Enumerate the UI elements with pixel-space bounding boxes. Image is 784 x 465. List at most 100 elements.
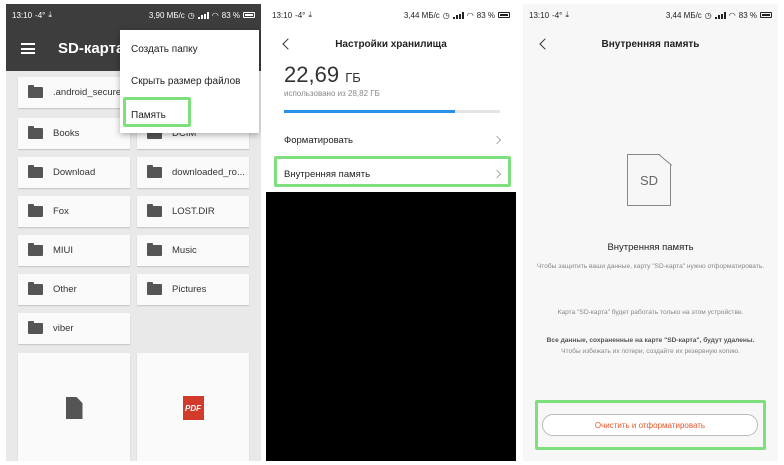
wifi-icon: ◠ <box>466 10 474 20</box>
status-time: 13:10 <box>12 10 33 20</box>
alarm-icon: ◷ <box>704 10 712 20</box>
wipe-and-format-button[interactable]: Очистить и отформатировать <box>542 414 758 436</box>
menu-item-hide-file-size[interactable]: Скрыть размер файлов <box>131 76 240 87</box>
folder-icon <box>28 243 43 256</box>
storage-progress <box>284 110 500 113</box>
folder-name: Music <box>172 245 197 256</box>
wifi-icon: ◠ <box>728 10 736 20</box>
internal-memory-row[interactable]: Внутренняя память <box>266 159 516 189</box>
folder-item[interactable]: viber <box>18 313 130 344</box>
battery-icon <box>498 12 510 18</box>
warning-text: Все данные, сохраненные на карте "SD-кар… <box>546 337 755 344</box>
sd-card-icon: SD <box>627 154 671 206</box>
status-speed: 3,90 МБ/с <box>148 10 185 20</box>
page-title: SD-карта <box>58 40 125 57</box>
page-title: Настройки хранилища <box>335 38 447 50</box>
folder-name: Pictures <box>172 284 207 295</box>
status-bar: 13:10 -4° ⤓ 3,44 МБ/с ◷ ◠ 83 % <box>523 4 778 26</box>
folder-name: Books <box>53 128 80 139</box>
folder-icon <box>28 126 43 139</box>
folder-icon <box>28 204 43 217</box>
empty-area <box>266 192 516 461</box>
header: Внутренняя память <box>523 26 778 62</box>
document-icon <box>65 397 83 419</box>
file-manager-screen: 13:10 -4° ⤓ 3,90 МБ/с ◷ ◠ 83 % SD-карта … <box>6 4 261 461</box>
internal-memory-label: Внутренняя память <box>284 168 371 180</box>
folder-name: MIUI <box>53 245 74 256</box>
storage-size: 22,69 ГБ <box>284 62 361 88</box>
folder-icon <box>28 282 43 295</box>
folder-icon <box>147 243 162 256</box>
signal-icon <box>452 11 464 19</box>
folder-name: viber <box>53 323 74 334</box>
internal-memory-screen: 13:10 -4° ⤓ 3,44 МБ/с ◷ ◠ 83 % Внутрення… <box>523 4 778 461</box>
battery-icon <box>760 12 772 18</box>
folder-name: Fox <box>53 206 69 217</box>
menu-icon[interactable] <box>21 43 35 54</box>
screenshot-collage: 13:10 -4° ⤓ 3,90 МБ/с ◷ ◠ 83 % SD-карта … <box>0 0 784 465</box>
format-row[interactable]: Форматировать <box>266 125 516 155</box>
overflow-menu: Создать папку Скрыть размер файлов Памят… <box>120 30 259 133</box>
storage-size-value: 22,69 <box>284 62 340 87</box>
folder-item[interactable]: Books <box>18 118 130 149</box>
folder-name: LOST.DIR <box>172 206 215 217</box>
used-text: использовано из 28,82 ГБ <box>284 89 380 98</box>
signal-icon <box>197 11 209 19</box>
file-thumbnail[interactable]: PDF <box>137 353 249 461</box>
wifi-icon: ◠ <box>211 10 219 20</box>
folder-item[interactable]: Pictures <box>137 274 249 305</box>
folder-item[interactable]: Fox <box>18 196 130 227</box>
pdf-icon: PDF <box>182 396 204 420</box>
status-time: 13:10 <box>272 10 293 20</box>
folder-item[interactable]: Music <box>137 235 249 266</box>
status-battery: 83 % <box>738 10 757 20</box>
folder-name: downloaded_ro... <box>172 167 245 178</box>
menu-item-storage[interactable]: Память <box>131 110 166 121</box>
status-extra: -4° <box>35 10 46 20</box>
download-icon: ⤓ <box>48 10 52 19</box>
page-title: Внутренняя память <box>601 38 700 50</box>
status-bar: 13:10 -4° ⤓ 3,44 МБ/с ◷ ◠ 83 % <box>266 4 516 26</box>
folder-icon <box>147 165 162 178</box>
chevron-right-icon <box>492 135 502 145</box>
alarm-icon: ◷ <box>442 10 450 20</box>
status-battery: 83 % <box>221 10 240 20</box>
download-icon: ⤓ <box>308 10 312 19</box>
storage-progress-fill <box>284 110 455 113</box>
download-icon: ⤓ <box>565 10 569 19</box>
info-text: Чтобы защитить ваши данные, карту "SD-ка… <box>536 263 765 270</box>
status-extra: -4° <box>552 10 563 20</box>
file-thumbnail[interactable] <box>18 353 130 461</box>
folder-item[interactable]: downloaded_ro... <box>137 157 249 188</box>
battery-icon <box>243 12 255 18</box>
folder-icon <box>147 204 162 217</box>
folder-icon <box>28 321 43 334</box>
alarm-icon: ◷ <box>187 10 195 20</box>
status-extra: -4° <box>295 10 306 20</box>
info-text: Чтобы избежать их потери, создайте их ре… <box>561 348 740 355</box>
signal-icon <box>714 11 726 19</box>
folder-item[interactable]: Download <box>18 157 130 188</box>
header: Настройки хранилища <box>266 26 516 62</box>
folder-item[interactable]: LOST.DIR <box>137 196 249 227</box>
status-time: 13:10 <box>529 10 550 20</box>
menu-item-create-folder[interactable]: Создать папку <box>131 44 198 55</box>
folder-name: Other <box>53 284 77 295</box>
storage-size-unit: ГБ <box>345 70 361 85</box>
folder-item[interactable]: MIUI <box>18 235 130 266</box>
status-battery: 83 % <box>476 10 495 20</box>
chevron-right-icon <box>492 169 502 179</box>
status-bar: 13:10 -4° ⤓ 3,90 МБ/с ◷ ◠ 83 % <box>6 4 261 26</box>
folder-item[interactable]: Other <box>18 274 130 305</box>
folder-item[interactable]: .android_secure <box>18 77 130 108</box>
format-label: Форматировать <box>284 134 353 146</box>
status-speed: 3,44 МБ/с <box>403 10 440 20</box>
folder-name: .android_secure <box>53 87 122 98</box>
folder-icon <box>28 85 43 98</box>
status-speed: 3,44 МБ/с <box>665 10 702 20</box>
section-title: Внутренняя память <box>607 242 694 253</box>
storage-settings-screen: 13:10 -4° ⤓ 3,44 МБ/с ◷ ◠ 83 % Настройки… <box>266 4 516 461</box>
info-text: Карта "SD-карта" будет работать только н… <box>557 309 744 316</box>
folder-name: Download <box>53 167 96 178</box>
folder-icon <box>147 282 162 295</box>
